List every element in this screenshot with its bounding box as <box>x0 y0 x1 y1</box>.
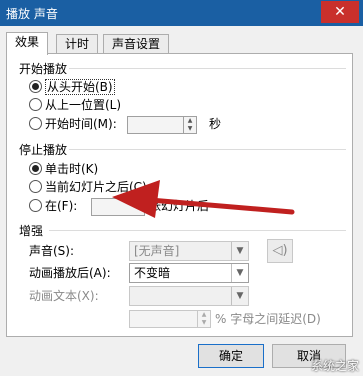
annotation-arrow-icon <box>112 180 295 218</box>
tab-effect[interactable]: 效果 <box>6 32 49 55</box>
